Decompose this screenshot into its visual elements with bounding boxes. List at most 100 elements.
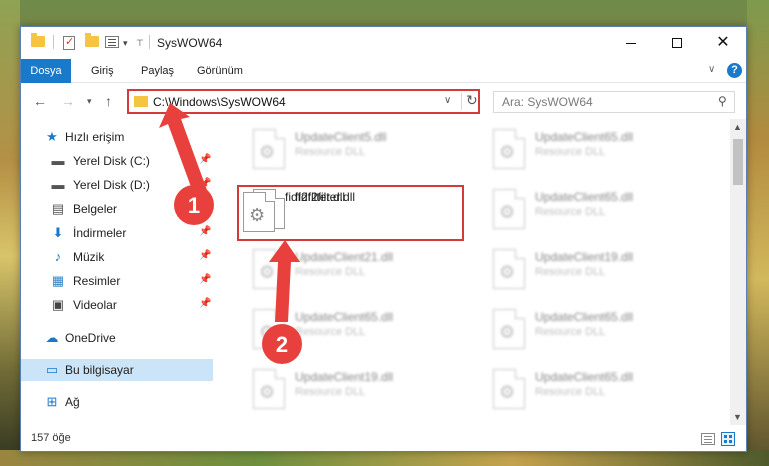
file-type: Resource DLL	[535, 266, 606, 278]
chevron-down-icon[interactable]: ∨	[444, 95, 451, 106]
back-arrow-icon[interactable]: ←	[33, 93, 47, 109]
status-bar: 157 öğe	[21, 427, 746, 451]
chevron-down-icon[interactable]: ▾	[123, 38, 128, 49]
list-item[interactable]: ⚙ UpdateClient5.dll Resource DLL	[243, 125, 473, 175]
file-type: Resource DLL	[295, 146, 366, 158]
list-item[interactable]: ⚙ UpdateClient65.dll Resource DLL	[483, 125, 713, 175]
sidebar-item-label: Müzik	[73, 250, 105, 264]
drive-icon: ▬	[51, 153, 65, 168]
file-type: Resource DLL	[295, 386, 366, 398]
pin-icon[interactable]: 📌	[199, 274, 211, 285]
download-icon: ⬇	[52, 225, 64, 240]
sidebar-item-pictures[interactable]: ▦ Resimler 📌	[21, 270, 213, 292]
quick-access-dropdown-icon[interactable]: ⊤	[136, 38, 144, 49]
help-icon[interactable]: ?	[727, 63, 742, 78]
sidebar-item-label: Videolar	[73, 298, 117, 312]
sidebar-item-documents[interactable]: ▤ Belgeler 📌	[21, 198, 213, 220]
gear-icon: ⚙	[259, 262, 276, 282]
gear-icon: ⚙	[499, 382, 516, 402]
maximize-icon	[672, 38, 682, 48]
search-input[interactable]: Ara: SysWOW64 ⚲	[493, 91, 735, 113]
refresh-icon[interactable]: ↻	[466, 92, 478, 109]
pin-icon[interactable]: 📌	[199, 226, 211, 237]
list-item[interactable]: ⚙ UpdateClient65.dll Resource DLL	[483, 365, 713, 415]
sidebar-item-this-pc[interactable]: ▭ Bu bilgisayar	[21, 359, 213, 381]
sidebar-item-local-disk-c[interactable]: ▬ Yerel Disk (C:) 📌	[21, 150, 213, 172]
sidebar-item-music[interactable]: ♪ Müzik 📌	[21, 246, 213, 268]
pin-icon[interactable]: 📌	[199, 202, 211, 213]
scroll-thumb[interactable]	[733, 139, 743, 185]
tab-file[interactable]: Dosya	[21, 59, 71, 83]
sidebar-item-downloads[interactable]: ⬇ İndirmeler 📌	[21, 222, 213, 244]
details-view-icon[interactable]	[701, 433, 715, 445]
title-bar: ▾ ⊤ SysWOW64 ✕	[21, 27, 746, 59]
maximize-button[interactable]	[654, 27, 700, 59]
computer-icon: ▭	[45, 362, 59, 377]
vertical-scrollbar[interactable]: ▲ ▼	[730, 119, 746, 425]
dll-file-icon: ⚙	[493, 129, 525, 169]
list-item[interactable]: ⚙ UpdateClient19.dll Resource DLL	[243, 365, 473, 415]
file-name: UpdateClient65.dll	[535, 310, 634, 324]
address-bar[interactable]: C:\Windows\SysWOW64 ∨ ↻	[127, 89, 480, 114]
list-item[interactable]: ⚙ UpdateClient21.dll Resource DLL	[243, 245, 473, 295]
forward-arrow-icon[interactable]: →	[61, 93, 75, 109]
file-name: UpdateClient65.dll	[295, 310, 394, 324]
sidebar-item-label: Yerel Disk (D:)	[73, 178, 150, 192]
folder-icon	[134, 96, 148, 107]
toolbar-divider	[53, 35, 54, 49]
pin-icon[interactable]: 📌	[199, 250, 211, 261]
tab-share[interactable]: Paylaş	[128, 59, 187, 83]
cloud-icon: ☁	[45, 330, 59, 345]
sidebar-item-label: OneDrive	[65, 331, 116, 345]
dll-file-icon: ⚙	[493, 189, 525, 229]
file-name: UpdateClient19.dll	[535, 250, 634, 264]
pin-icon[interactable]: 📌	[199, 298, 211, 309]
toolbar-divider	[149, 35, 150, 49]
close-button[interactable]: ✕	[700, 27, 746, 59]
file-type: Resource DLL	[535, 206, 606, 218]
customize-toolbar-icon[interactable]	[105, 36, 119, 48]
list-item[interactable]: ⚙ UpdateClient65.dll Resource DLL	[243, 305, 473, 355]
tab-home[interactable]: Giriş	[78, 59, 127, 83]
dll-file-icon: ⚙	[493, 249, 525, 289]
desktop-background-bottom	[0, 450, 769, 466]
pin-icon[interactable]: 📌	[199, 154, 211, 165]
expand-ribbon-icon[interactable]: ∨	[708, 64, 715, 75]
properties-check-icon[interactable]	[63, 35, 75, 50]
scroll-down-icon[interactable]: ▼	[733, 412, 742, 422]
desktop-background-right	[747, 0, 769, 466]
sidebar-item-onedrive[interactable]: ☁ OneDrive	[21, 327, 213, 349]
address-path[interactable]: C:\Windows\SysWOW64	[153, 95, 286, 109]
scroll-up-icon[interactable]: ▲	[733, 122, 742, 132]
sidebar-item-local-disk-d[interactable]: ▬ Yerel Disk (D:) 📌	[21, 174, 213, 196]
sidebar-item-label: Hızlı erişim	[65, 130, 125, 144]
documents-icon: ▤	[51, 201, 65, 216]
list-item[interactable]: ⚙ UpdateClient65.dll Resource DLL	[483, 185, 713, 235]
list-item[interactable]: ⚙ UpdateClient65.dll Resource DLL	[483, 305, 713, 355]
sidebar-item-label: Yerel Disk (C:)	[73, 154, 150, 168]
gear-icon: ⚙	[499, 202, 516, 222]
sidebar-item-label: Belgeler	[73, 202, 118, 216]
sidebar-item-videos[interactable]: ▣ Videolar 📌	[21, 294, 213, 316]
minimize-button[interactable]	[608, 27, 654, 59]
file-type: Resource DLL	[535, 386, 606, 398]
dll-file-icon: ⚙	[253, 249, 285, 289]
pin-icon[interactable]: 📌	[199, 178, 211, 189]
file-name: UpdateClient21.dll	[295, 250, 394, 264]
file-list: ⚙ UpdateClient5.dll Resource DLL ⚙ Updat…	[233, 119, 733, 425]
tab-view[interactable]: Görünüm	[184, 59, 256, 83]
highlighted-file[interactable]: ⚙ fidf2filter.dll	[243, 188, 458, 238]
up-arrow-icon[interactable]: ↑	[105, 93, 112, 109]
file-name: UpdateClient65.dll	[535, 190, 634, 204]
close-icon: ✕	[716, 34, 730, 51]
sidebar-item-network[interactable]: ⊞ Ağ	[21, 391, 213, 413]
recent-locations-icon[interactable]: ▾	[87, 96, 92, 107]
list-item[interactable]: ⚙ UpdateClient19.dll Resource DLL	[483, 245, 713, 295]
highlighted-file-name: fidf2filter.dll	[285, 190, 346, 204]
video-icon: ▣	[51, 297, 65, 312]
search-icon[interactable]: ⚲	[718, 94, 727, 108]
large-icons-view-icon[interactable]	[721, 432, 735, 446]
dll-file-icon: ⚙	[243, 192, 275, 232]
new-folder-icon[interactable]	[85, 33, 99, 47]
sidebar-item-quick-access[interactable]: ★ Hızlı erişim	[21, 126, 213, 148]
